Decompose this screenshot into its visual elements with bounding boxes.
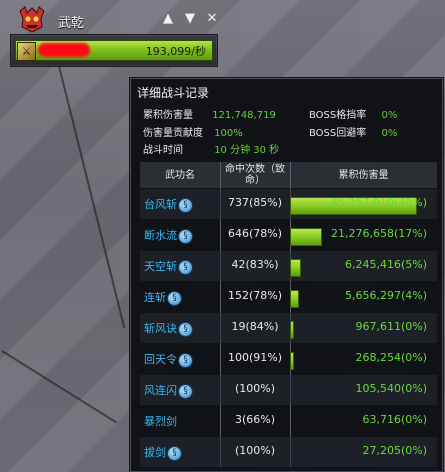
skill-swirl-icon: § <box>178 352 193 368</box>
dps-bar: ⚔ 193,099/秒 <box>15 40 213 61</box>
stat-total-damage: 累积伤害量 121,748,719 <box>143 106 276 121</box>
hit-count: 42(83%) <box>231 258 279 271</box>
table-row[interactable]: 天空斩 § 42(83%) 6,245,416(5%) <box>140 251 437 281</box>
skill-name[interactable]: 断水流 § <box>144 227 193 244</box>
skill-name[interactable]: 斩风诀 § <box>144 320 193 337</box>
skill-name-text: 风连闪 <box>144 384 177 397</box>
column-damage: 累积伤害量 <box>338 169 389 181</box>
skill-name[interactable]: 回天令 § <box>144 351 193 368</box>
damage-value: 6,245,416(5%) <box>344 258 427 271</box>
table-header: 武功名 命中次数（致命） 累积伤害量 <box>140 162 437 188</box>
skill-name[interactable]: 拔剑 § <box>144 444 182 461</box>
table-row[interactable]: 连斩 § 152(78%) 5,656,297(4%) <box>140 282 437 312</box>
stat-boss-block: BOSS格挡率 0% <box>309 106 397 121</box>
sword-icon: ⚔ <box>17 42 36 61</box>
damage-share-bar <box>290 321 294 339</box>
skill-name-text: 连斩 <box>144 291 166 304</box>
damage-value: 85,257,010(70%) <box>330 196 427 209</box>
arrow-down-icon[interactable]: ▼ <box>182 11 198 27</box>
damage-value: 967,611(0%) <box>355 320 427 333</box>
boss-avatar-icon <box>16 4 48 34</box>
character-name: 武乾 <box>58 16 85 31</box>
arrow-up-icon[interactable]: ▲ <box>160 11 176 27</box>
skill-name[interactable]: 天空斩 § <box>144 258 193 275</box>
hit-count: 646(78%) <box>227 227 283 240</box>
hit-count: 152(78%) <box>227 289 283 302</box>
damage-meter[interactable]: ⚔ 193,099/秒 <box>10 34 218 67</box>
damage-value: 5,656,297(4%) <box>344 289 427 302</box>
damage-share-bar <box>290 290 299 308</box>
damage-share-bar <box>290 352 294 370</box>
combat-details-panel: 详细战斗记录 累积伤害量 121,748,719 BOSS格挡率 0% 伤害量贡… <box>130 78 443 472</box>
table-row[interactable]: 回天令 § 100(91%) 268,254(0%) <box>140 344 437 374</box>
dps-value: 193,099/秒 <box>145 45 206 58</box>
skill-name-text: 暴烈剑 <box>144 415 177 428</box>
table-row[interactable]: 拔剑 § (100%) 27,205(0%) <box>140 437 437 467</box>
damage-value: 268,254(0%) <box>355 351 427 364</box>
skill-name[interactable]: 暴烈剑 <box>144 413 177 429</box>
skill-name-text: 拔剑 <box>144 446 166 459</box>
close-icon[interactable]: ✕ <box>204 11 220 27</box>
skill-name-text: 台风斩 <box>144 198 177 211</box>
damage-value: 21,276,658(17%) <box>330 227 427 240</box>
stat-value: 100% <box>214 128 243 139</box>
table-row[interactable]: 断水流 § 646(78%) 21,276,658(17%) <box>140 220 437 250</box>
hit-count: (100%) <box>234 382 276 395</box>
stat-label: 伤害量贡献度 <box>143 128 203 139</box>
table-row[interactable]: 暴烈剑 3(66%) 63,716(0%) <box>140 406 437 436</box>
skill-swirl-icon: § <box>178 259 193 275</box>
skill-name[interactable]: 台风斩 § <box>144 196 193 213</box>
skill-swirl-icon: § <box>178 228 193 244</box>
damage-share-bar <box>290 259 301 277</box>
redacted-name <box>38 43 90 57</box>
skill-name[interactable]: 连斩 § <box>144 289 182 306</box>
stat-value: 0% <box>381 110 398 121</box>
column-hits: 命中次数（致命） <box>225 164 285 186</box>
hit-count: 3(66%) <box>234 413 276 426</box>
stat-value: 121,748,719 <box>212 110 276 121</box>
damage-value: 63,716(0%) <box>362 413 427 426</box>
table-row[interactable]: 台风斩 § 737(85%) 85,257,010(70%) <box>140 189 437 219</box>
panel-title: 详细战斗记录 <box>137 86 210 100</box>
skill-swirl-icon: § <box>167 290 182 306</box>
stat-label: 累积伤害量 <box>143 110 193 121</box>
skill-swirl-icon: § <box>178 383 193 399</box>
skill-name-text: 天空斩 <box>144 260 177 273</box>
skill-name-text: 断水流 <box>144 229 177 242</box>
skill-name-text: 回天令 <box>144 353 177 366</box>
stat-value: 0% <box>381 128 398 139</box>
hit-count: 19(84%) <box>231 320 279 333</box>
skill-name-text: 斩风诀 <box>144 322 177 335</box>
stat-value: 10 分钟 30 秒 <box>214 145 280 156</box>
stat-label: BOSS格挡率 <box>309 110 367 121</box>
table-row[interactable]: 风连闪 § (100%) 105,540(0%) <box>140 375 437 405</box>
table-row[interactable]: 斩风诀 § 19(84%) 967,611(0%) <box>140 313 437 343</box>
hit-count: (100%) <box>234 444 276 457</box>
stat-label: 战斗时间 <box>143 145 183 156</box>
stat-contribution: 伤害量贡献度 100% <box>143 124 243 139</box>
damage-value: 27,205(0%) <box>362 444 427 457</box>
column-skill: 武功名 <box>165 169 195 181</box>
skill-swirl-icon: § <box>178 321 193 337</box>
stat-battle-time: 战斗时间 10 分钟 30 秒 <box>143 141 279 156</box>
damage-share-bar <box>290 228 322 246</box>
stat-boss-evade: BOSS回避率 0% <box>309 124 397 139</box>
stat-label: BOSS回避率 <box>309 128 367 139</box>
skill-swirl-icon: § <box>167 445 182 461</box>
damage-value: 105,540(0%) <box>355 382 427 395</box>
skill-name[interactable]: 风连闪 § <box>144 382 193 399</box>
hit-count: 100(91%) <box>227 351 283 364</box>
hit-count: 737(85%) <box>227 196 283 209</box>
skill-swirl-icon: § <box>178 197 193 213</box>
